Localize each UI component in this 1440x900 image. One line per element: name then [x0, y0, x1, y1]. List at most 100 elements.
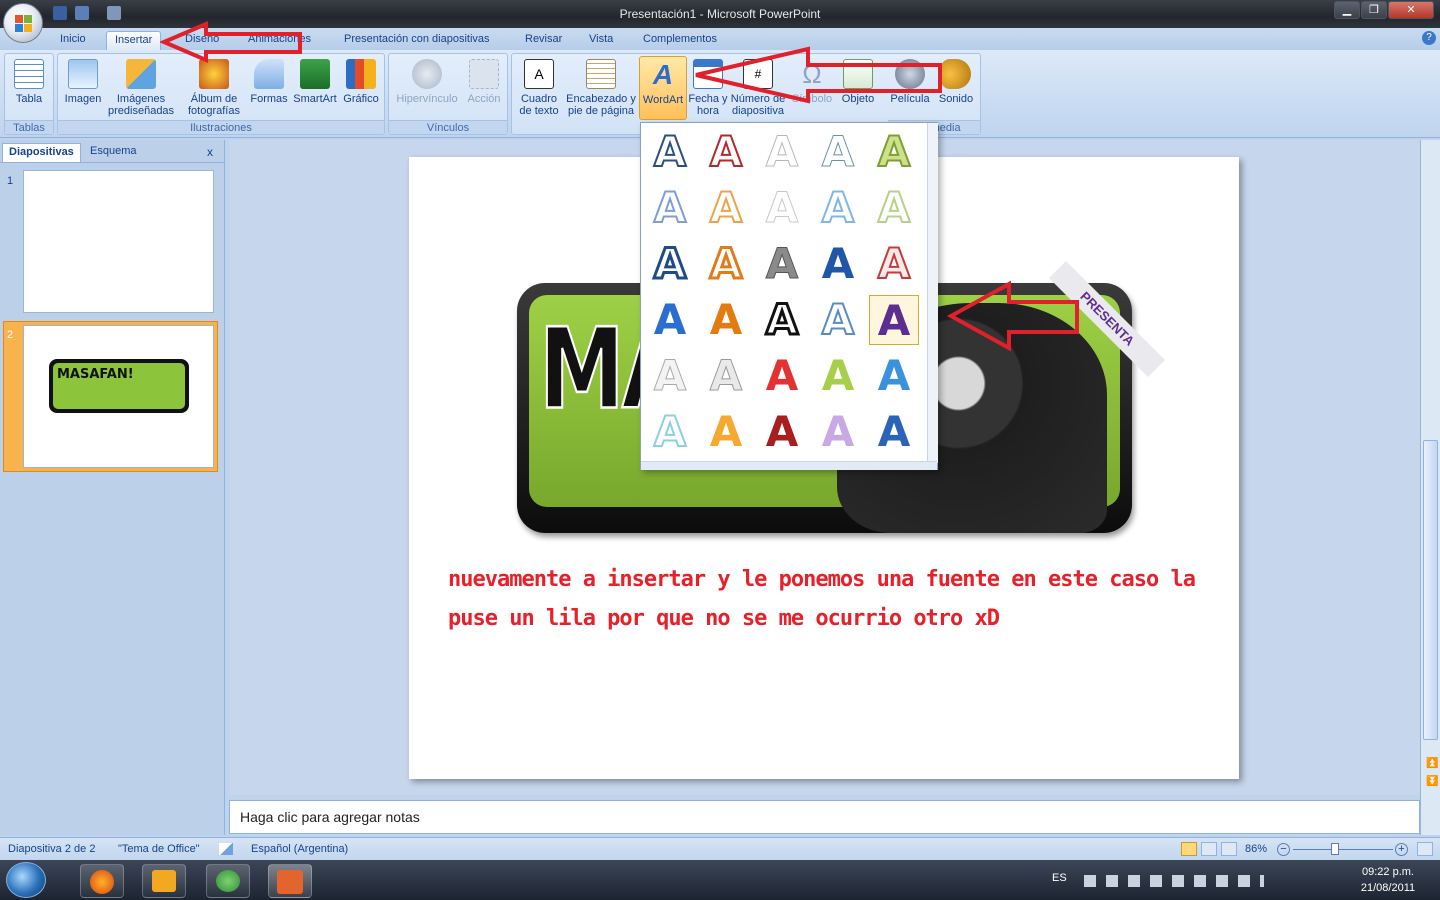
wordart-style-8[interactable]: A — [757, 183, 807, 233]
numero-diapositiva-button[interactable]: # Número de diapositiva — [728, 59, 788, 117]
imagen-button[interactable]: Imagen — [60, 59, 106, 105]
tab-presentacion[interactable]: Presentación con diapositivas — [336, 31, 498, 50]
wordart-style-18[interactable]: A — [757, 294, 807, 346]
wordart-style-1[interactable]: A — [645, 126, 695, 177]
smartart-button[interactable]: SmartArt — [291, 59, 339, 105]
close-panel-icon[interactable]: x — [207, 145, 213, 159]
tab-diseno[interactable]: Diseño — [177, 31, 227, 50]
wordart-style-27[interactable]: A — [701, 407, 751, 457]
firefox-taskbar-button[interactable] — [80, 864, 124, 898]
gallery-scrollbar[interactable] — [927, 123, 938, 463]
gallery-resize-grip[interactable] — [641, 461, 937, 470]
accion-button[interactable]: Acción — [463, 59, 505, 105]
wordart-style-4[interactable]: A — [813, 127, 863, 177]
wordart-button[interactable]: A WordArt — [639, 56, 687, 120]
wordart-style-28[interactable]: A — [757, 407, 807, 457]
wordart-style-5[interactable]: A — [869, 126, 919, 177]
zoom-slider-thumb[interactable] — [1331, 843, 1339, 855]
wordart-style-13[interactable]: A — [757, 239, 807, 289]
formas-button[interactable]: Formas — [248, 59, 290, 105]
language[interactable]: Español (Argentina) — [251, 843, 348, 855]
wordart-style-16[interactable]: A — [645, 295, 695, 345]
slide-thumbnail-1[interactable] — [23, 170, 214, 313]
wordart-style-6[interactable]: A — [645, 182, 695, 233]
redo-icon[interactable] — [107, 6, 121, 20]
notes-pane[interactable]: Haga clic para agregar notas — [229, 800, 1420, 834]
scroll-thumb[interactable] — [1423, 440, 1438, 740]
wordart-style-20[interactable]: A — [869, 295, 919, 345]
powerpoint-taskbar-button[interactable] — [268, 864, 312, 898]
help-icon[interactable]: ? — [1422, 31, 1436, 45]
imagenes-predisenadas-button[interactable]: Imágenes prediseñadas — [108, 59, 174, 117]
wordart-style-17[interactable]: A — [701, 295, 751, 345]
fit-slide-icon[interactable] — [1417, 842, 1433, 856]
next-slide-icon[interactable]: ⏬ — [1426, 776, 1438, 787]
album-button[interactable]: Álbum de fotografías — [178, 59, 250, 117]
cuadro-texto-button[interactable]: A Cuadro de texto — [514, 59, 564, 117]
wordart-style-15[interactable]: A — [869, 238, 919, 289]
prev-slide-icon[interactable]: ⏫ — [1426, 758, 1438, 769]
thumb-logo-text: MASAFAN! — [53, 363, 185, 409]
wordart-style-22[interactable]: A — [701, 351, 751, 401]
sorter-view-icon[interactable] — [1201, 842, 1217, 856]
wordart-gallery[interactable]: AAAAAAAAAAAAAAAAAAAAAAAAAAAAAA — [640, 122, 938, 470]
messenger-taskbar-button[interactable] — [206, 864, 250, 898]
objeto-button[interactable]: Objeto — [836, 59, 880, 105]
undo-icon[interactable] — [75, 6, 89, 20]
zoom-level[interactable]: 86% — [1245, 843, 1267, 855]
tab-esquema[interactable]: Esquema — [84, 143, 142, 162]
spellcheck-icon[interactable] — [219, 843, 233, 855]
tab-diapositivas[interactable]: Diapositivas — [2, 143, 81, 162]
wordart-style-25[interactable]: A — [869, 351, 919, 401]
media-player-taskbar-button[interactable] — [142, 864, 186, 898]
wordart-style-23[interactable]: A — [757, 351, 807, 401]
fecha-hora-button[interactable]: Fecha y hora — [688, 59, 728, 117]
start-button[interactable] — [6, 862, 46, 898]
zoom-out-icon[interactable]: − — [1277, 843, 1290, 856]
wordart-style-3[interactable]: A — [757, 127, 807, 177]
wordart-style-26[interactable]: A — [645, 406, 695, 457]
simbolo-button[interactable]: Ω Símbolo — [790, 59, 834, 105]
slide-thumbnail-2[interactable]: MASAFAN! — [23, 325, 214, 468]
zoom-slider[interactable] — [1293, 849, 1393, 850]
tray-icons[interactable] — [1084, 875, 1264, 887]
tab-inicio[interactable]: Inicio — [52, 31, 94, 50]
vertical-scrollbar[interactable]: ⏫ ⏬ — [1420, 140, 1440, 835]
close-button[interactable]: ✕ — [1388, 1, 1434, 19]
clock-time[interactable]: 09:22 p.m. — [1348, 866, 1428, 878]
hipervinculo-button[interactable]: Hipervínculo — [393, 59, 461, 105]
slide-body-text[interactable]: nuevamente a insertar y le ponemos una f… — [448, 560, 1208, 638]
tab-animaciones[interactable]: Animaciones — [240, 31, 319, 50]
minimize-button[interactable]: ▁ — [1334, 1, 1360, 19]
tab-complementos[interactable]: Complementos — [635, 31, 725, 50]
wordart-style-19[interactable]: A — [813, 294, 863, 345]
wordart-style-11[interactable]: A — [645, 238, 695, 290]
zoom-in-icon[interactable]: + — [1395, 843, 1408, 856]
maximize-button[interactable]: ❐ — [1361, 1, 1387, 19]
pelicula-button[interactable]: Película — [888, 59, 932, 105]
save-icon[interactable] — [53, 6, 67, 20]
wordart-style-14[interactable]: A — [813, 239, 863, 289]
tab-vista[interactable]: Vista — [581, 31, 621, 50]
clock-date[interactable]: 21/08/2011 — [1348, 882, 1428, 894]
wordart-style-9[interactable]: A — [813, 182, 863, 233]
wordart-style-30[interactable]: A — [869, 407, 919, 457]
tabla-button[interactable]: Tabla — [7, 59, 51, 105]
wordart-style-24[interactable]: A — [813, 351, 863, 401]
slideshow-view-icon[interactable] — [1221, 842, 1237, 856]
smartart-icon — [300, 59, 330, 89]
wordart-style-21[interactable]: A — [645, 351, 695, 401]
sonido-button[interactable]: Sonido — [934, 59, 978, 105]
office-button[interactable] — [3, 3, 43, 43]
wordart-style-2[interactable]: A — [701, 126, 751, 177]
wordart-style-29[interactable]: A — [813, 407, 863, 457]
grafico-button[interactable]: Gráfico — [340, 59, 382, 105]
tab-revisar[interactable]: Revisar — [517, 31, 570, 50]
wordart-style-10[interactable]: A — [869, 182, 919, 233]
wordart-style-7[interactable]: A — [701, 182, 751, 233]
wordart-style-12[interactable]: A — [701, 238, 751, 290]
normal-view-icon[interactable] — [1181, 842, 1197, 856]
encabezado-button[interactable]: Encabezado y pie de página — [564, 59, 638, 117]
input-language[interactable]: ES — [1052, 872, 1067, 884]
tab-insertar[interactable]: Insertar — [106, 31, 162, 50]
